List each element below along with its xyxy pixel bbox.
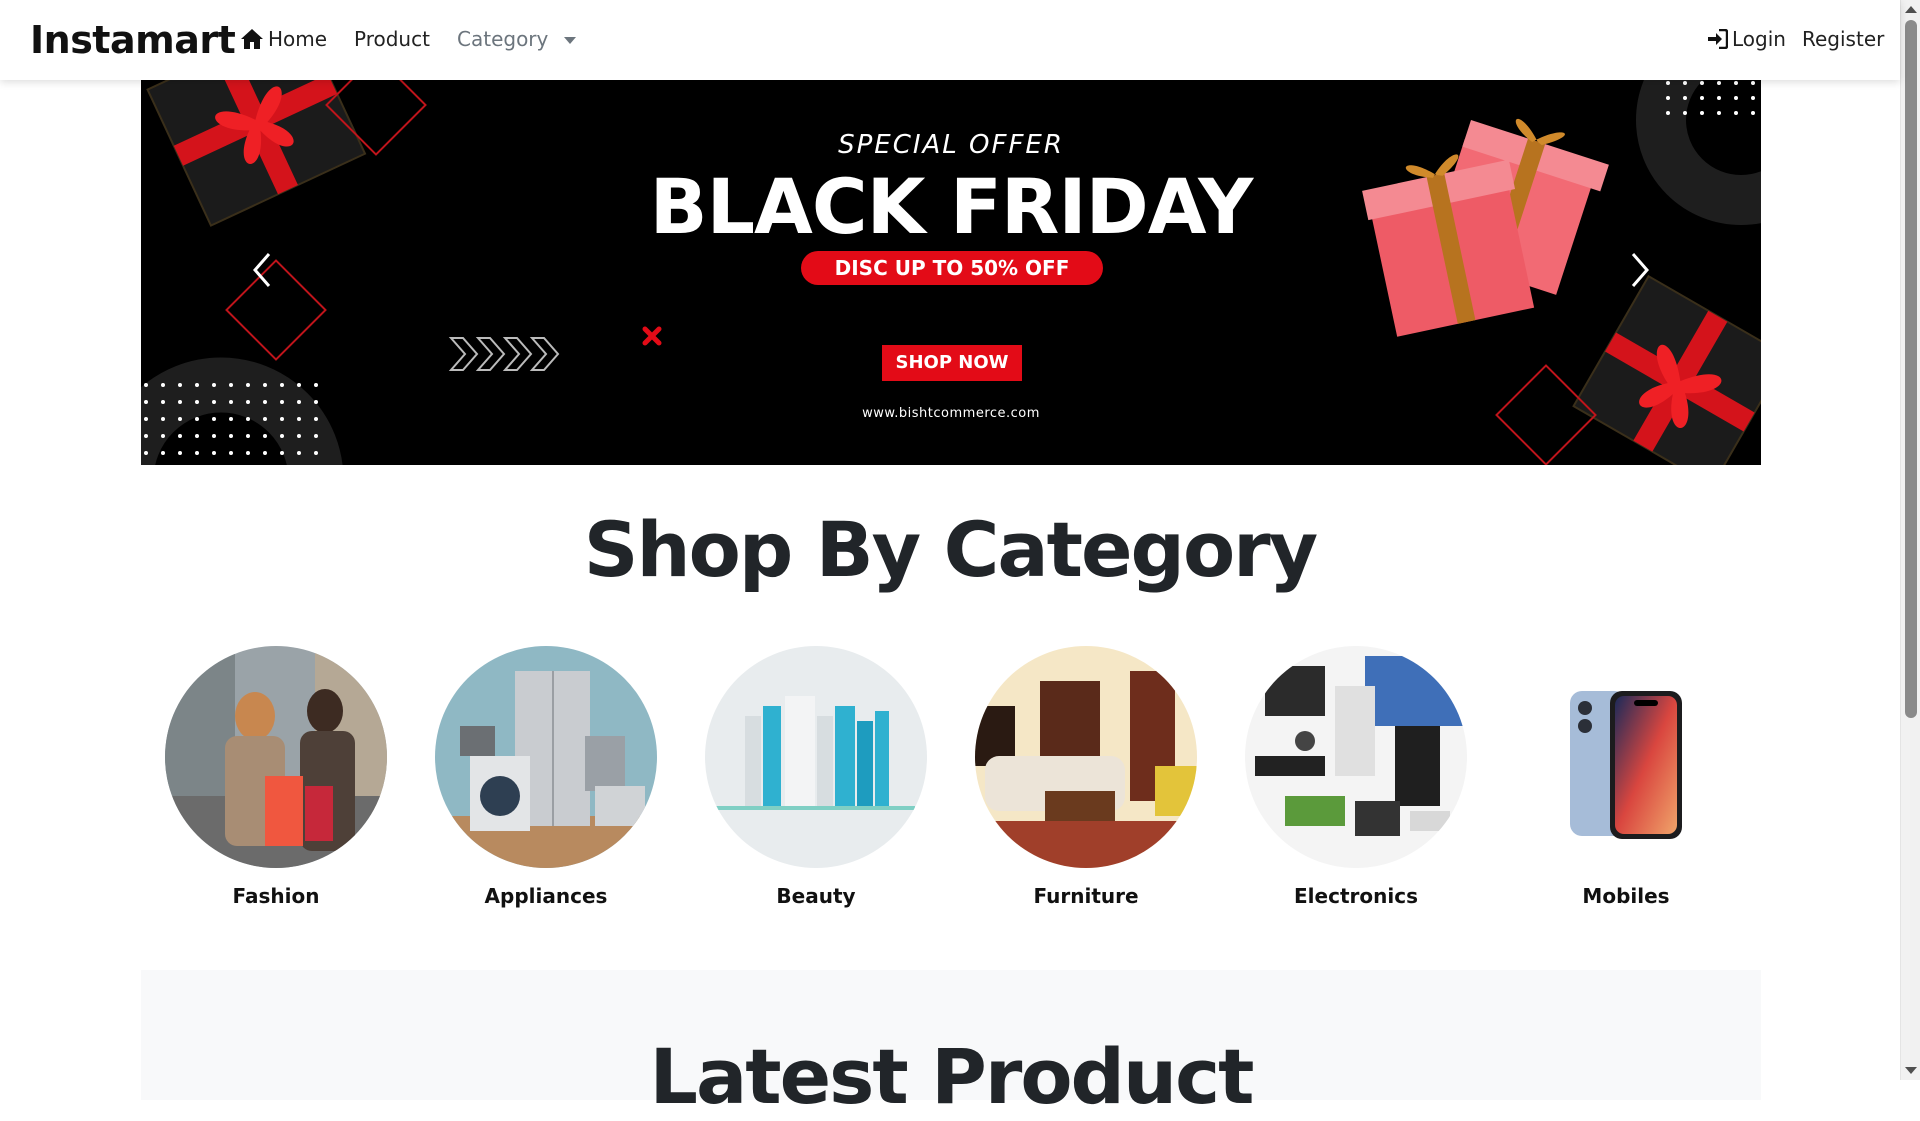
carousel-prev-button[interactable]	[241, 240, 281, 300]
category-card-appliances[interactable]: Appliances	[435, 646, 657, 908]
category-label-electronics: Electronics	[1294, 884, 1418, 908]
nav-register-label: Register	[1802, 27, 1885, 51]
banner-discount-badge: DISC UP TO 50% OFF	[801, 251, 1103, 285]
category-card-electronics[interactable]: Electronics	[1245, 646, 1467, 908]
scroll-down-icon[interactable]	[1905, 1067, 1917, 1074]
fashion-image	[165, 646, 387, 868]
brand-logo[interactable]: Instamart	[30, 18, 236, 62]
category-card-mobiles[interactable]: Mobiles	[1515, 646, 1737, 908]
carousel-next-button[interactable]	[1621, 240, 1661, 300]
chevron-left-icon	[253, 253, 271, 287]
chevron-arrows-decoration	[448, 337, 560, 371]
home-icon	[241, 29, 263, 49]
chevron-right-icon	[1631, 253, 1649, 287]
category-label-furniture: Furniture	[1033, 884, 1139, 908]
scroll-thumb[interactable]	[1905, 20, 1917, 718]
appliances-image	[435, 646, 657, 868]
category-label-mobiles: Mobiles	[1582, 884, 1670, 908]
nav-home-label: Home	[268, 27, 328, 51]
sign-in-icon	[1708, 29, 1728, 49]
nav-product-link[interactable]: Product	[354, 27, 430, 51]
hero-carousel: SPECIAL OFFER BLACK FRIDAY DISC UP TO 50…	[141, 80, 1761, 465]
shop-by-category-title: Shop By Category	[583, 505, 1318, 594]
latest-product-title: Latest Product	[649, 1032, 1255, 1121]
category-card-beauty[interactable]: Beauty	[705, 646, 927, 908]
nav-category-label: Category	[457, 27, 549, 51]
caret-down-icon	[564, 36, 577, 44]
banner-shop-now-button[interactable]: SHOP NOW	[882, 345, 1022, 381]
category-card-fashion[interactable]: Fashion	[165, 646, 387, 908]
nav-home-link[interactable]: Home	[240, 27, 327, 51]
latest-product-section: Latest Product	[141, 970, 1761, 1121]
category-label-fashion: Fashion	[232, 884, 320, 908]
scroll-up-icon[interactable]	[1905, 6, 1917, 13]
category-card-furniture[interactable]: Furniture	[975, 646, 1197, 908]
nav-product-label: Product	[354, 27, 430, 51]
page-scrollbar[interactable]	[1900, 0, 1920, 1080]
electronics-image	[1245, 646, 1467, 868]
nav-register-link[interactable]: Register	[1802, 27, 1884, 51]
nav-category-dropdown[interactable]: Category	[457, 27, 577, 51]
category-label-appliances: Appliances	[484, 884, 608, 908]
red-x-decoration	[642, 326, 662, 346]
nav-login-link[interactable]: Login	[1706, 27, 1786, 51]
navbar: Instamart Home Product Category Login Re…	[0, 0, 1900, 80]
banner-website: www.bishtcommerce.com	[862, 406, 1040, 421]
banner-headline: BLACK FRIDAY	[649, 162, 1254, 251]
mobiles-image	[1515, 646, 1737, 868]
banner-special-offer: SPECIAL OFFER	[838, 130, 1064, 160]
furniture-image	[975, 646, 1197, 868]
category-label-beauty: Beauty	[776, 884, 856, 908]
nav-login-label: Login	[1732, 27, 1786, 51]
beauty-image	[705, 646, 927, 868]
